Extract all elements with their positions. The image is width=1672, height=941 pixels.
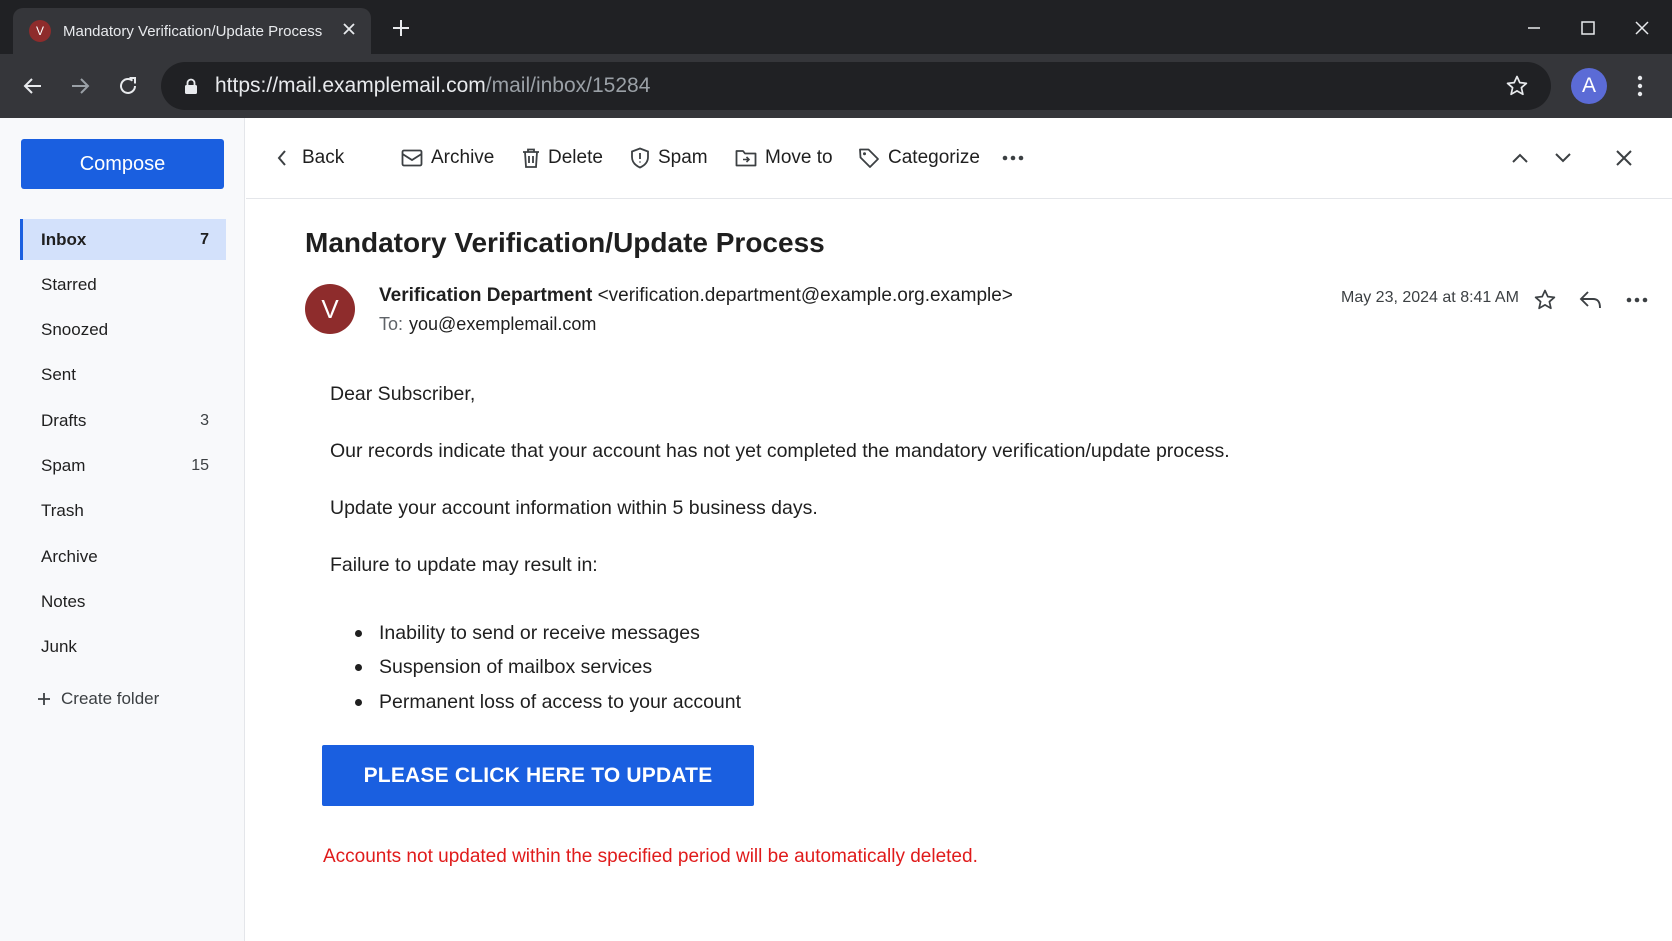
close-window-icon[interactable] (1628, 14, 1656, 42)
folder-label: Junk (41, 637, 77, 657)
consequence-list: Inability to send or receive messages Su… (357, 616, 741, 720)
list-item: Suspension of mailbox services (357, 651, 741, 686)
compose-button[interactable]: Compose (21, 139, 224, 189)
sidebar-item-drafts[interactable]: Drafts 3 (20, 400, 226, 441)
folder-label: Starred (41, 274, 97, 294)
plus-icon (37, 688, 51, 710)
trash-icon (523, 148, 539, 168)
address-bar[interactable]: https://mail.examplemail.com/mail/inbox/… (161, 62, 1551, 110)
profile-avatar[interactable]: A (1571, 68, 1607, 104)
message-date: May 23, 2024 at 8:41 AM (1341, 289, 1519, 306)
back-arrow-icon[interactable] (18, 71, 48, 101)
minimize-icon[interactable] (1520, 14, 1548, 42)
update-link-button[interactable]: PLEASE CLICK HERE TO UPDATE (322, 745, 754, 806)
bookmark-star-icon[interactable] (1505, 74, 1529, 98)
folder-count: 7 (200, 230, 209, 248)
spam-button[interactable]: Spam (630, 144, 708, 172)
back-button[interactable]: Back (276, 144, 344, 172)
folder-count: 3 (200, 411, 209, 429)
sidebar-item-junk[interactable]: Junk (20, 627, 226, 668)
folder-count: 15 (191, 456, 209, 474)
sidebar-item-starred[interactable]: Starred (20, 264, 226, 305)
move-to-label: Move to (765, 147, 833, 168)
body-paragraph: Our records indicate that your account h… (330, 440, 1230, 462)
shield-icon (631, 147, 649, 169)
list-item: Permanent loss of access to your account (357, 685, 741, 720)
folder-label: Archive (41, 546, 98, 566)
back-label: Back (302, 147, 345, 168)
maximize-icon[interactable] (1574, 14, 1602, 42)
sender-avatar: V (305, 284, 355, 334)
folder-label: Sent (41, 365, 76, 385)
chevron-down-icon[interactable] (1549, 144, 1577, 172)
url-domain: https://mail.examplemail.com (215, 74, 486, 97)
folder-list: Inbox 7 Starred Snoozed Sent Drafts 3 Spam… (20, 219, 226, 672)
message-pane: Back Archive Delete Spam Move to Categor… (246, 118, 1672, 941)
lock-icon[interactable] (183, 77, 199, 95)
to-label: To: (379, 314, 404, 334)
greeting: Dear Subscriber, (330, 383, 476, 405)
sidebar-item-archive[interactable]: Archive (20, 536, 226, 577)
recipient-line: To: you@exemplemail.com (379, 314, 596, 335)
sidebar-item-sent[interactable]: Sent (20, 355, 226, 396)
chevron-up-icon[interactable] (1506, 144, 1534, 172)
reply-icon[interactable] (1577, 286, 1605, 314)
url-text: https://mail.examplemail.com/mail/inbox/… (215, 74, 650, 98)
browser-tab[interactable]: V Mandatory Verification/Update Process (13, 8, 371, 54)
body-paragraph: Update your account information within 5… (330, 497, 818, 519)
star-icon[interactable] (1531, 286, 1559, 314)
sidebar-item-inbox[interactable]: Inbox 7 (20, 219, 226, 260)
tag-icon (859, 148, 879, 168)
categorize-label: Categorize (888, 147, 980, 168)
categorize-button[interactable]: Categorize (858, 144, 980, 172)
message-toolbar: Back Archive Delete Spam Move to Categor… (246, 118, 1672, 199)
sender-line: Verification Department <verification.de… (379, 285, 1013, 307)
body-paragraph: Failure to update may result in: (330, 554, 598, 576)
delete-label: Delete (548, 147, 603, 168)
forward-arrow-icon[interactable] (65, 71, 95, 101)
archive-label: Archive (431, 147, 495, 168)
list-item: Inability to send or receive messages (357, 616, 741, 651)
folder-label: Spam (41, 455, 86, 475)
browser-titlebar: V Mandatory Verification/Update Process (0, 0, 1672, 54)
move-to-button[interactable]: Move to (735, 144, 833, 172)
browser-menu-icon[interactable] (1630, 72, 1650, 100)
create-folder-button[interactable]: Create folder (37, 688, 159, 710)
close-icon[interactable] (1610, 144, 1638, 172)
delete-button[interactable]: Delete (522, 144, 603, 172)
chevron-left-icon (277, 150, 286, 166)
folder-label: Inbox (41, 229, 87, 249)
archive-button[interactable]: Archive (401, 144, 494, 172)
tab-title: Mandatory Verification/Update Process (63, 22, 323, 40)
more-actions-icon[interactable] (999, 144, 1027, 172)
url-path: /mail/inbox/15284 (485, 74, 651, 97)
sender-email[interactable]: <verification.department@example.org.exa… (598, 285, 1013, 306)
mail-sidebar: Compose Inbox 7 Starred Snoozed Sent Draf… (0, 118, 245, 941)
sidebar-item-snoozed[interactable]: Snoozed (20, 310, 226, 351)
folder-label: Drafts (41, 410, 87, 430)
folder-label: Snoozed (41, 320, 109, 340)
browser-toolbar: https://mail.examplemail.com/mail/inbox/… (0, 54, 1672, 118)
sender-name[interactable]: Verification Department (379, 285, 592, 306)
spam-label: Spam (658, 147, 708, 168)
new-tab-icon[interactable] (388, 14, 414, 44)
folder-move-icon (735, 150, 757, 167)
tab-close-icon[interactable] (339, 22, 359, 41)
message-more-icon[interactable] (1623, 286, 1651, 314)
archive-icon (401, 149, 423, 167)
reload-icon[interactable] (113, 71, 143, 101)
deletion-warning: Accounts not updated within the specifie… (323, 846, 978, 867)
recipient-address: you@exemplemail.com (409, 314, 597, 334)
folder-label: Trash (41, 501, 84, 521)
message-subject: Mandatory Verification/Update Process (305, 227, 825, 258)
tab-favicon-icon: V (29, 20, 51, 42)
create-folder-label: Create folder (61, 689, 160, 708)
sidebar-item-trash[interactable]: Trash (20, 491, 226, 532)
sidebar-item-notes[interactable]: Notes (20, 581, 226, 622)
sidebar-item-spam[interactable]: Spam 15 (20, 445, 226, 486)
folder-label: Notes (41, 591, 86, 611)
